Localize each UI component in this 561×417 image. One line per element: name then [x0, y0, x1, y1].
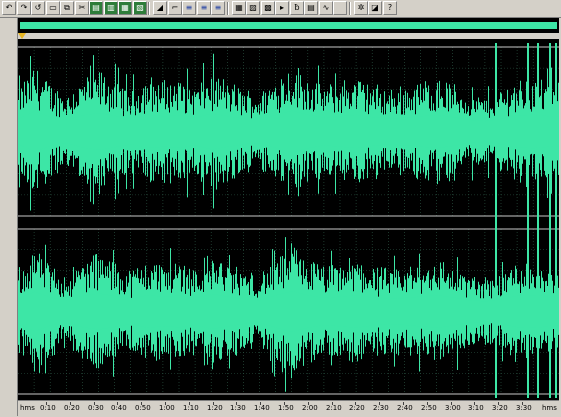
spectral-icon: ▨: [249, 3, 257, 12]
toolbar: ↶ ↷ ↺ ▭ ⧉ ✂ ▤ ▥ ▦ ▧ ◢ ⌐ ≡ ≡ ≡ ▦ ▨ ▩ ▸ ƀ ▤ ∿ ✲ ◪?: [0, 0, 561, 18]
paste-icon: ▤: [92, 3, 100, 12]
time-label: hms: [542, 404, 557, 412]
paste-button[interactable]: ▤: [89, 1, 103, 15]
toolbar-separator: [349, 2, 351, 15]
frequency-analysis-button[interactable]: ▦: [232, 1, 246, 15]
undo-icon: ↶: [5, 3, 13, 12]
time-label: 0:30: [88, 404, 104, 412]
trim-button[interactable]: ▦: [118, 1, 132, 15]
view-right-channel-button[interactable]: ≡: [197, 1, 211, 15]
play-icon: ▸: [279, 3, 284, 12]
time-label: 0:10: [40, 404, 56, 412]
time-ruler[interactable]: hms 0:10 0:20 0:30 0:40 0:50 1:00 1:10 1:20 1:30 1…: [18, 400, 559, 417]
scissors-icon: ✂: [78, 3, 86, 12]
left-gutter: [0, 18, 18, 416]
redo-button[interactable]: ↷: [17, 1, 31, 15]
time-label: 2:00: [302, 404, 318, 412]
overview-bar[interactable]: [18, 18, 559, 33]
time-label: 1:50: [278, 404, 294, 412]
rate-icon: ▤: [307, 3, 315, 12]
waveform-canvas[interactable]: [18, 39, 559, 400]
waveform-icon: ∿: [322, 3, 330, 12]
view-stereo-button[interactable]: ≡: [211, 1, 225, 15]
sample-rate-button[interactable]: ▤: [304, 1, 318, 15]
time-label: 2:30: [373, 404, 389, 412]
waveform-display[interactable]: [18, 39, 559, 400]
help-button[interactable]: ?: [383, 1, 397, 15]
time-label: 1:30: [230, 404, 246, 412]
play-button[interactable]: ▸: [275, 1, 289, 15]
fade-button[interactable]: ⌐: [168, 1, 182, 15]
time-label: 1:20: [207, 404, 223, 412]
trim-icon: ▦: [121, 3, 129, 12]
help-icon: ?: [387, 3, 393, 12]
cut-button[interactable]: ✂: [75, 1, 89, 15]
gear-icon: ✲: [357, 3, 365, 12]
time-label: 1:10: [183, 404, 199, 412]
toolbar-separator: [148, 2, 150, 15]
grid-icon: ▦: [235, 3, 243, 12]
mix-paste-button[interactable]: ▥: [104, 1, 118, 15]
extract-button[interactable]: ▧: [133, 1, 147, 15]
repeat-command-button[interactable]: ↺: [31, 1, 45, 15]
toolbar-separator: [227, 2, 229, 15]
fade-icon: ⌐: [171, 3, 179, 12]
copy-button[interactable]: ⧉: [60, 1, 74, 15]
open-button[interactable]: ▭: [46, 1, 60, 15]
time-label: 2:20: [349, 404, 365, 412]
spectral-view-button[interactable]: ▨: [246, 1, 260, 15]
time-label: 0:50: [135, 404, 151, 412]
time-label: 3:20: [492, 404, 508, 412]
time-label: 2:50: [421, 404, 437, 412]
bit-depth-button[interactable]: ƀ: [290, 1, 304, 15]
repeat-icon: ↺: [34, 3, 42, 12]
settings-button[interactable]: ✲: [354, 1, 368, 15]
undo-button[interactable]: ↶: [2, 1, 16, 15]
mix-paste-icon: ▥: [107, 3, 115, 12]
bits-icon: ƀ: [294, 3, 300, 12]
time-label: 2:10: [326, 404, 342, 412]
redo-icon: ↷: [20, 3, 28, 12]
waveform-button[interactable]: ∿: [319, 1, 333, 15]
time-label: 2:40: [397, 404, 413, 412]
time-label: 3:00: [445, 404, 461, 412]
time-label: 3:10: [468, 404, 484, 412]
time-label: 0:40: [111, 404, 127, 412]
overview-visible-range[interactable]: [20, 22, 557, 29]
extract-icon: ▧: [136, 3, 144, 12]
script-icon: ◪: [371, 3, 379, 12]
crossfade-button[interactable]: ◢: [153, 1, 167, 15]
copy-icon: ⧉: [64, 3, 70, 12]
statistics-button[interactable]: ▩: [261, 1, 275, 15]
stats-icon: ▩: [264, 3, 272, 12]
time-label: 1:40: [254, 404, 270, 412]
time-label: 1:00: [159, 404, 175, 412]
view-left-channel-button[interactable]: ≡: [182, 1, 196, 15]
time-label: hms: [20, 404, 35, 412]
time-label: 0:20: [64, 404, 80, 412]
folder-icon: ▭: [49, 3, 57, 12]
time-label: 3:30: [516, 404, 532, 412]
script-button[interactable]: ◪: [368, 1, 382, 15]
crossfade-icon: ◢: [156, 3, 164, 12]
channel-icon: ≡: [200, 3, 208, 12]
stereo-icon: ≡: [214, 3, 222, 12]
channel-icon: ≡: [185, 3, 193, 12]
blank-button[interactable]: [333, 1, 347, 15]
